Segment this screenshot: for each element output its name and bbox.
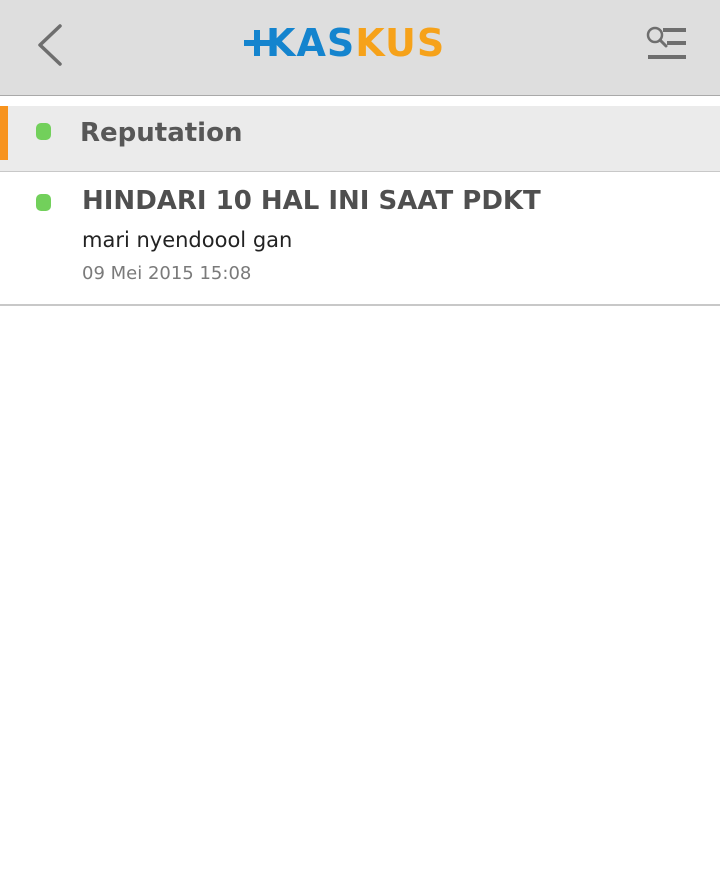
unread-dot-icon — [36, 194, 51, 211]
search-menu-button[interactable] — [644, 24, 688, 64]
section-title: Reputation — [80, 118, 243, 148]
search-menu-icon — [646, 26, 686, 59]
back-button[interactable] — [28, 20, 72, 70]
app-header: KASKUS — [0, 0, 720, 96]
notification-item[interactable]: HINDARI 10 HAL INI SAAT PDKT mari nyendo… — [0, 172, 720, 306]
kaskus-logo: KASKUS — [244, 21, 476, 65]
section-header-reputation: Reputation — [0, 106, 720, 172]
logo-wordmark-part1: KAS — [266, 21, 356, 65]
logo-wordmark: KASKUS — [266, 21, 445, 65]
notification-body: mari nyendoool gan — [82, 228, 293, 252]
status-dot-icon — [36, 123, 51, 140]
notification-title: HINDARI 10 HAL INI SAAT PDKT — [82, 186, 541, 216]
logo-wordmark-part2: KUS — [355, 21, 446, 65]
chevron-left-icon — [38, 24, 62, 66]
notification-timestamp: 09 Mei 2015 15:08 — [82, 263, 252, 284]
section-accent-bar — [0, 106, 8, 160]
